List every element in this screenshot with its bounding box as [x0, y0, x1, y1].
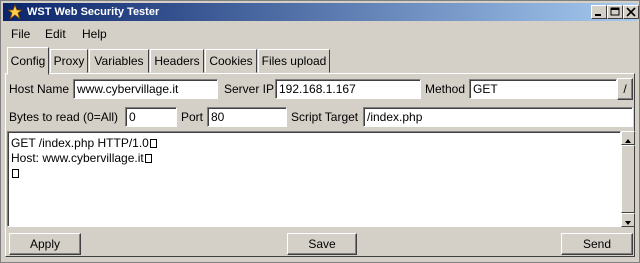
port-field[interactable]: 80: [207, 107, 287, 127]
method-select-button[interactable]: /: [617, 78, 633, 100]
app-window: WST Web Security Tester File Edit Help C…: [0, 0, 640, 263]
script-target-field[interactable]: /index.php: [363, 107, 633, 127]
request-textarea[interactable]: GET /index.php HTTP/1.0 Host: www.cyberv…: [7, 131, 621, 227]
save-button[interactable]: Save: [287, 233, 357, 255]
host-name-label: Host Name: [9, 82, 70, 96]
bytes-to-read-label: Bytes to read (0=All): [9, 110, 119, 124]
tab-proxy[interactable]: Proxy: [50, 49, 88, 73]
tab-config[interactable]: Config: [7, 47, 49, 75]
menu-file[interactable]: File: [11, 27, 30, 41]
tab-cookies[interactable]: Cookies: [205, 49, 257, 73]
carriage-return-icon: [149, 139, 157, 148]
scroll-up-button[interactable]: [621, 131, 635, 145]
close-icon: [626, 7, 636, 17]
menu-bar: File Edit Help: [3, 23, 637, 45]
close-button[interactable]: [623, 5, 639, 19]
carriage-return-icon: [144, 154, 152, 163]
method-label: Method: [425, 82, 466, 96]
carriage-return-icon: [12, 169, 19, 178]
minimize-icon: [595, 14, 601, 16]
scroll-down-button[interactable]: [621, 213, 635, 227]
window-title: WST Web Security Tester: [27, 6, 160, 18]
server-ip-field[interactable]: 192.168.1.167: [275, 79, 421, 99]
request-line-text: GET /index.php HTTP/1.0: [11, 136, 149, 150]
menu-help[interactable]: Help: [82, 27, 107, 41]
tab-headers[interactable]: Headers: [150, 49, 204, 73]
method-field[interactable]: GET: [469, 79, 617, 99]
request-line: GET /index.php HTTP/1.0: [11, 136, 157, 150]
scroll-down-icon: [625, 221, 631, 225]
host-name-field[interactable]: www.cybervillage.it: [73, 79, 218, 99]
bytes-to-read-field[interactable]: 0: [125, 107, 177, 127]
port-label: Port: [181, 110, 204, 124]
title-bar: WST Web Security Tester: [3, 3, 639, 21]
app-icon: [6, 3, 24, 21]
tab-files-upload[interactable]: Files upload: [258, 49, 330, 73]
maximize-button[interactable]: [607, 5, 623, 19]
request-line-text: Host: www.cybervillage.it: [11, 151, 144, 165]
minimize-button[interactable]: [591, 5, 607, 19]
tab-variables[interactable]: Variables: [89, 49, 149, 73]
apply-button[interactable]: Apply: [9, 233, 81, 255]
send-button[interactable]: Send: [561, 233, 633, 255]
request-line: [11, 166, 19, 180]
request-scrollbar[interactable]: [621, 131, 635, 227]
request-line: Host: www.cybervillage.it: [11, 151, 152, 165]
scroll-thumb[interactable]: [621, 145, 635, 213]
script-target-label: Script Target: [291, 110, 359, 124]
server-ip-label: Server IP: [224, 82, 275, 96]
menu-edit[interactable]: Edit: [45, 27, 66, 41]
maximize-icon: [610, 7, 620, 16]
